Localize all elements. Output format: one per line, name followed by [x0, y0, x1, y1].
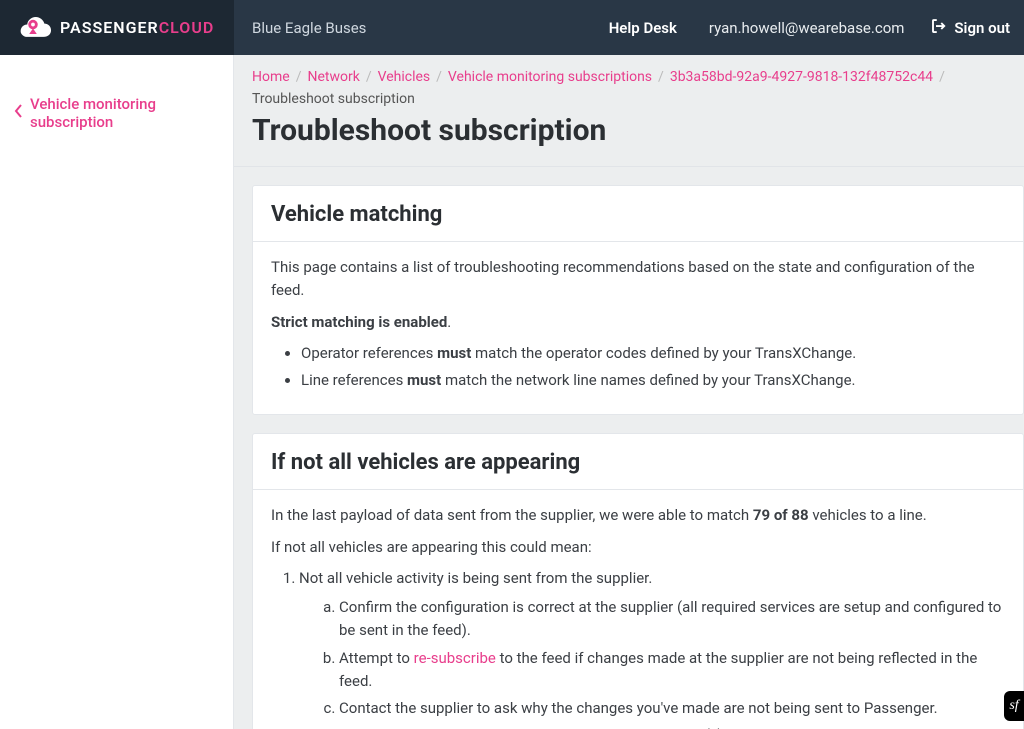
matching-intro: This page contains a list of troubleshoo… [271, 256, 1005, 303]
breadcrumb: Home/ Network/ Vehicles/ Vehicle monitor… [252, 69, 1006, 107]
reason-1a: Confirm the configuration is correct at … [339, 596, 1005, 643]
crumb-subscriptions[interactable]: Vehicle monitoring subscriptions [448, 69, 652, 85]
sign-out-label: Sign out [954, 19, 1010, 37]
page-header: Home/ Network/ Vehicles/ Vehicle monitor… [234, 55, 1024, 167]
strict-matching-line: Strict matching is enabled. [271, 311, 1005, 334]
crumb-current: Troubleshoot subscription [252, 91, 415, 107]
sidebar-back-link[interactable]: Vehicle monitoring subscription [14, 95, 223, 131]
cloud-icon [14, 16, 52, 40]
crumb-vehicles[interactable]: Vehicles [378, 69, 431, 85]
crumb-home[interactable]: Home [252, 69, 290, 85]
brand-logo[interactable]: PASSENGERCLOUD [0, 0, 234, 55]
crumb-subscription-id[interactable]: 3b3a58bd-92a9-4927-9818-132f48752c44 [670, 69, 933, 85]
card-heading: Vehicle matching [253, 186, 1023, 242]
reason-2: Vehicle activity is being incorrectly ma… [299, 724, 1005, 729]
sidebar: Vehicle monitoring subscription [0, 55, 234, 729]
sign-out-icon [930, 17, 948, 39]
sidebar-back-label: Vehicle monitoring subscription [30, 95, 223, 131]
reason-1: Not all vehicle activity is being sent f… [299, 567, 1005, 721]
brand-text-2: CLOUD [159, 18, 215, 37]
page-title: Troubleshoot subscription [252, 113, 1006, 148]
top-nav: PASSENGERCLOUD Blue Eagle Buses Help Des… [0, 0, 1024, 55]
main-content: Home/ Network/ Vehicles/ Vehicle monitor… [234, 55, 1024, 729]
reason-1b: Attempt to re-subscribe to the feed if c… [339, 647, 1005, 694]
reason-1c: Contact the supplier to ask why the chan… [339, 697, 1005, 720]
debug-toolbar-badge[interactable]: sf [1004, 691, 1024, 721]
sign-out-button[interactable]: Sign out [920, 17, 1024, 39]
match-count-line: In the last payload of data sent from th… [271, 504, 1005, 527]
org-name[interactable]: Blue Eagle Buses [234, 19, 384, 37]
bullet-line-refs: Line references must match the network l… [301, 369, 1005, 392]
brand-text-1: PASSENGER [60, 18, 159, 37]
nav-user-email[interactable]: ryan.howell@wearebase.com [693, 19, 920, 37]
card-not-appearing: If not all vehicles are appearing In the… [252, 433, 1024, 729]
nav-help-desk[interactable]: Help Desk [593, 19, 693, 37]
bullet-operator-refs: Operator references must match the opera… [301, 342, 1005, 365]
link-resubscribe[interactable]: re-subscribe [414, 649, 496, 667]
could-mean-line: If not all vehicles are appearing this c… [271, 536, 1005, 559]
chevron-left-icon [14, 104, 24, 122]
card-vehicle-matching: Vehicle matching This page contains a li… [252, 185, 1024, 415]
card-heading: If not all vehicles are appearing [253, 434, 1023, 490]
crumb-network[interactable]: Network [307, 69, 359, 85]
